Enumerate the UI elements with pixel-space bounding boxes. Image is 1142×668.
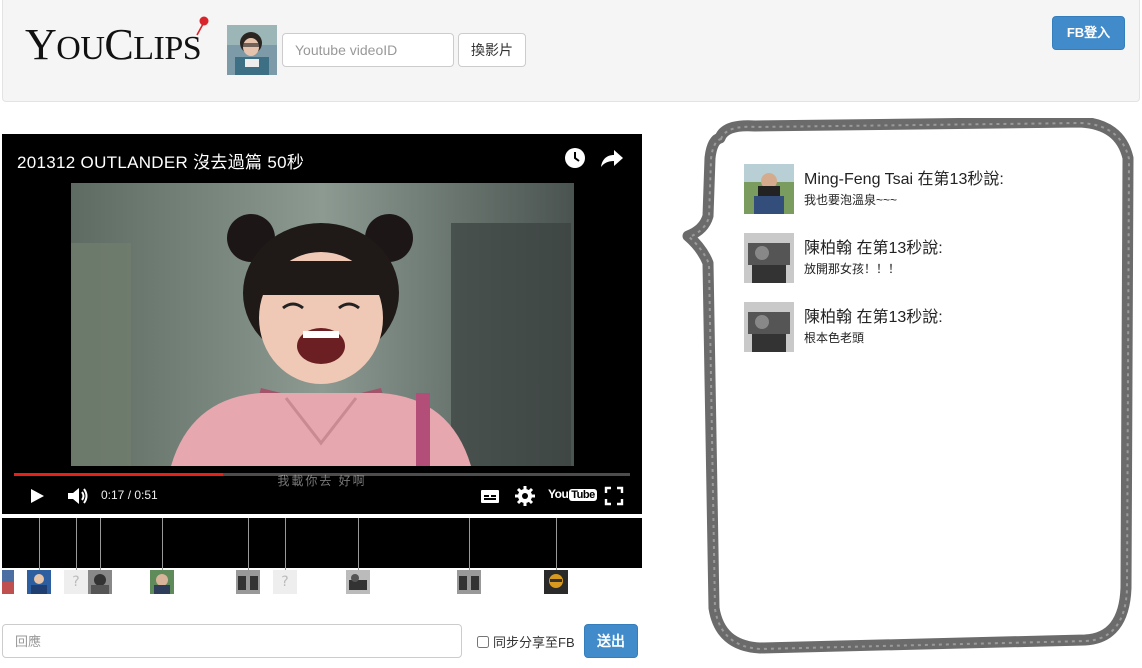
timeline-marker-line: [76, 518, 77, 570]
youtube-logo-you: You: [548, 487, 569, 501]
timeline-comment-avatar[interactable]: [150, 570, 174, 594]
comment-avatar[interactable]: [744, 233, 794, 283]
logo-letters-ou: OU: [56, 30, 105, 67]
comment-timeline[interactable]: [2, 518, 642, 568]
send-button[interactable]: 送出: [584, 624, 638, 658]
timeline-marker-line: [285, 518, 286, 570]
comment-header: 陳柏翰 在第13秒說:: [804, 303, 943, 327]
fb-login-button[interactable]: FB登入: [1052, 16, 1125, 50]
share-to-fb-label: 同步分享至FB: [493, 635, 575, 650]
comment-header: 陳柏翰 在第13秒說:: [804, 234, 943, 258]
comment-author[interactable]: Ming-Feng Tsai: [804, 171, 913, 188]
comment-item: 陳柏翰 在第13秒說: 根本色老頭: [744, 302, 1124, 354]
youtube-logo-tube: Tube: [569, 489, 597, 501]
logo-letters-lips: LIPS: [133, 30, 202, 67]
timeline-marker-line: [162, 518, 163, 570]
play-icon[interactable]: [29, 485, 45, 507]
comment-timestamp[interactable]: 在第13秒說:: [918, 171, 1004, 188]
timeline-marker-line: [100, 518, 101, 570]
time-separator: /: [124, 488, 135, 502]
comment-timestamp[interactable]: 在第13秒說:: [856, 240, 942, 257]
share-to-fb-option[interactable]: 同步分享至FB: [477, 632, 575, 651]
video-title[interactable]: 201312 OUTLANDER 沒去過篇 50秒: [17, 148, 304, 173]
settings-gear-icon[interactable]: [514, 485, 536, 507]
timeline-comment-avatar[interactable]: [236, 570, 260, 594]
top-navbar: YOUCLIPS 換影片 FB登入: [2, 0, 1140, 102]
timeline-comment-avatar[interactable]: [27, 570, 51, 594]
progress-bar-fill: [14, 473, 224, 476]
share-to-fb-checkbox[interactable]: [477, 635, 489, 648]
comment-text: 放開那女孩！！！: [804, 262, 901, 276]
comment-author[interactable]: 陳柏翰: [804, 309, 852, 326]
youtube-logo[interactable]: You Tube: [548, 487, 597, 501]
logo-letter-y: Y: [25, 20, 57, 69]
timeline-comment-avatar[interactable]: [88, 570, 112, 594]
logo-letter-c: C: [104, 20, 134, 69]
reply-input[interactable]: [2, 624, 462, 658]
comment-text: 根本色老頭: [804, 331, 865, 345]
comment-item: Ming-Feng Tsai 在第13秒說: 我也要泡溫泉~~~: [744, 164, 1124, 216]
video-frame[interactable]: [71, 183, 574, 466]
timeline-marker-line: [248, 518, 249, 570]
fullscreen-icon[interactable]: [604, 485, 624, 507]
timeline-marker-line: [39, 518, 40, 570]
pushpin-icon: [196, 16, 209, 36]
comment-item: 陳柏翰 在第13秒說: 放開那女孩！！！: [744, 233, 1124, 285]
switch-video-button[interactable]: 換影片: [458, 33, 526, 67]
time-display: 0:17 / 0:51: [101, 488, 158, 502]
watch-later-icon[interactable]: [564, 147, 586, 169]
current-time: 0:17: [101, 488, 125, 502]
progress-bar[interactable]: [14, 473, 630, 476]
timeline-marker-line: [358, 518, 359, 570]
share-icon[interactable]: [600, 148, 624, 168]
comment-author[interactable]: 陳柏翰: [804, 240, 852, 257]
timeline-comment-avatar[interactable]: [346, 570, 370, 594]
comment-avatar[interactable]: [744, 164, 794, 214]
timeline-unknown-avatar-icon[interactable]: ?: [273, 570, 297, 594]
youtube-player[interactable]: 201312 OUTLANDER 沒去過篇 50秒 我載你去 好啊 0:17 /…: [2, 134, 642, 514]
youclips-logo[interactable]: YOUCLIPS: [25, 16, 209, 69]
timeline-comment-avatar[interactable]: [2, 570, 14, 594]
subtitles-icon[interactable]: [479, 485, 501, 507]
current-user-avatar: [227, 25, 277, 75]
timeline-marker-line: [469, 518, 470, 570]
youtube-video-id-input[interactable]: [282, 33, 454, 67]
comment-text: 我也要泡溫泉~~~: [804, 193, 898, 207]
comment-avatar[interactable]: [744, 302, 794, 352]
timeline-comment-avatar[interactable]: [457, 570, 481, 594]
timeline-comment-avatar[interactable]: [544, 570, 568, 594]
comment-timestamp[interactable]: 在第13秒說:: [856, 309, 942, 326]
timeline-marker-line: [556, 518, 557, 570]
duration: 0:51: [134, 488, 158, 502]
timeline-unknown-avatar-icon[interactable]: ?: [64, 570, 88, 594]
volume-icon[interactable]: [66, 485, 90, 507]
comment-header: Ming-Feng Tsai 在第13秒說:: [804, 165, 1004, 189]
